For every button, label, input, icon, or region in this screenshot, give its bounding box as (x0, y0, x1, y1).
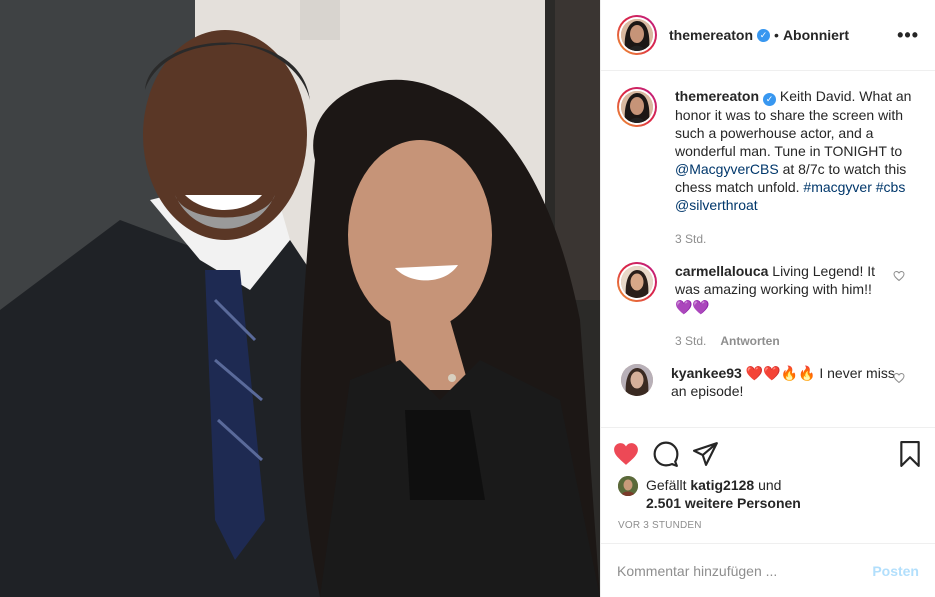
action-icons (613, 434, 923, 474)
commenter-avatar-ring[interactable] (617, 262, 657, 302)
commenter-avatar[interactable] (621, 364, 653, 396)
comment-item: carmellalouca Living Legend! It was amaz… (617, 262, 919, 350)
caption-avatar-ring[interactable] (617, 87, 657, 127)
post-actions: Gefällt katig2128 und 2.501 weitere Pers… (601, 427, 935, 531)
likes-middle: und (754, 477, 782, 493)
verified-badge-icon: ✓ (763, 93, 777, 106)
caption-avatar (621, 91, 653, 123)
separator-dot: • (774, 27, 779, 43)
mention-link[interactable]: @silverthroat (675, 197, 758, 213)
caption: themereaton ✓ Keith David. What an honor … (617, 87, 919, 248)
comment-item: kyankee93 ❤️❤️🔥🔥 I never miss an episode… (617, 364, 919, 400)
commenter-avatar (621, 266, 653, 298)
likes-count-link[interactable]: 2.501 weitere Personen (646, 495, 801, 511)
follow-status-button[interactable]: Abonniert (783, 27, 849, 43)
comment-like-icon[interactable] (893, 372, 905, 384)
post-photo[interactable] (0, 0, 600, 597)
comment-username[interactable]: carmellalouca (675, 263, 768, 279)
likes-prefix: Gefällt (646, 477, 691, 493)
add-comment-bar: Posten (601, 543, 935, 597)
like-heart-icon[interactable] (613, 442, 639, 466)
liker-avatar[interactable] (618, 476, 638, 496)
more-options-icon[interactable]: ••• (897, 25, 919, 46)
comment-bubble-icon[interactable] (653, 441, 679, 467)
post-timestamp[interactable]: VOR 3 STUNDEN (613, 520, 923, 531)
post-comment-button[interactable]: Posten (872, 563, 919, 579)
verified-badge-icon: ✓ (757, 28, 771, 42)
comment-emoji: 💜💜 (675, 299, 710, 315)
instagram-post: themereaton ✓ • Abonniert ••• themereato… (0, 0, 935, 597)
photo-illustration (0, 0, 600, 597)
comments-list[interactable]: themereaton ✓ Keith David. What an honor … (601, 71, 935, 427)
mention-link[interactable]: @MacgyverCBS (675, 161, 779, 177)
author-username[interactable]: themereaton (669, 27, 753, 43)
comment-username[interactable]: kyankee93 (671, 365, 742, 381)
hashtag-link[interactable]: #macgyver (803, 179, 871, 195)
liker-username[interactable]: katig2128 (690, 477, 754, 493)
caption-time[interactable]: 3 Std. (675, 232, 706, 246)
save-bookmark-icon[interactable] (899, 441, 921, 467)
likes-summary: Gefällt katig2128 und 2.501 weitere Pers… (613, 476, 923, 512)
post-header: themereaton ✓ • Abonniert ••• (601, 0, 935, 71)
hashtag-link[interactable]: #cbs (876, 179, 906, 195)
author-avatar-ring[interactable] (617, 15, 657, 55)
comment-emoji: ❤️❤️🔥🔥 (745, 365, 816, 381)
add-comment-input[interactable] (617, 562, 873, 579)
reply-button[interactable]: Antworten (720, 334, 779, 348)
caption-username[interactable]: themereaton (675, 88, 759, 104)
post-sidebar: themereaton ✓ • Abonniert ••• themereato… (600, 0, 935, 597)
author-avatar (621, 19, 653, 51)
comment-like-icon[interactable] (893, 270, 905, 282)
share-paper-plane-icon[interactable] (693, 442, 719, 466)
comment-time[interactable]: 3 Std. (675, 334, 706, 348)
